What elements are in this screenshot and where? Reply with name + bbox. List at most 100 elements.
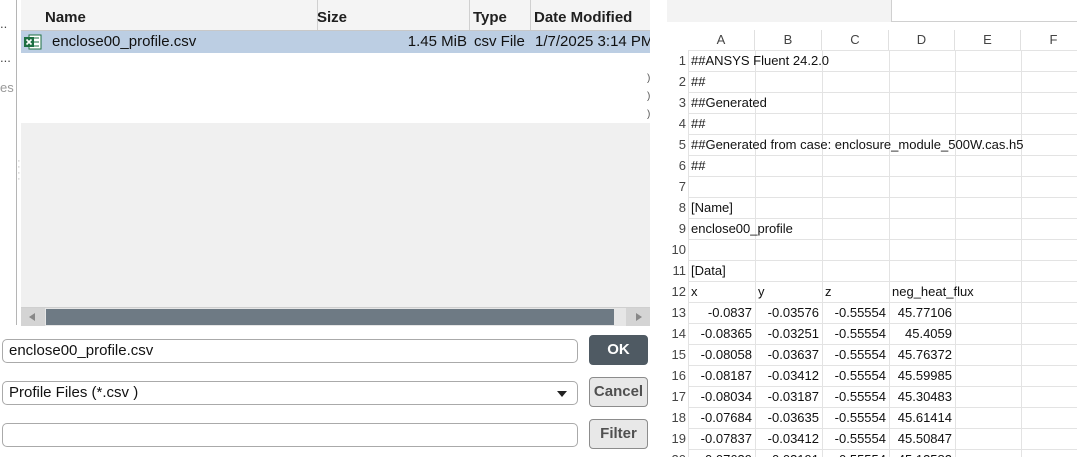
cell-a13[interactable]: -0.0837	[688, 302, 752, 323]
row-header[interactable]: 10	[667, 239, 688, 260]
cell-a8[interactable]: [Name]	[691, 197, 733, 218]
cell-c15[interactable]: -0.55554	[822, 344, 886, 365]
row-header[interactable]: 20	[667, 449, 688, 457]
cell-d12[interactable]: neg_heat_flux	[892, 281, 974, 302]
row-header[interactable]: 6	[667, 155, 688, 176]
column-header-type[interactable]: Type	[469, 0, 531, 30]
cell-c16[interactable]: -0.55554	[822, 365, 886, 386]
cell-a14[interactable]: -0.08365	[688, 323, 752, 344]
cell-b18[interactable]: -0.03635	[755, 407, 819, 428]
gridline	[688, 197, 1077, 198]
cell-a12[interactable]: x	[691, 281, 698, 302]
cell-d13[interactable]: 45.77106	[889, 302, 952, 323]
row-header[interactable]: 12	[667, 281, 688, 302]
column-header-name[interactable]: Name	[41, 0, 318, 30]
row-header[interactable]: 1	[667, 50, 688, 71]
row-header[interactable]: 14	[667, 323, 688, 344]
cell-a6[interactable]: ##	[691, 155, 705, 176]
column-header-a[interactable]: A	[688, 30, 755, 50]
cell-c19[interactable]: -0.55554	[822, 428, 886, 449]
horizontal-scrollbar[interactable]	[21, 307, 650, 326]
column-header-e[interactable]: E	[955, 30, 1021, 50]
column-headers: A B C D E F	[667, 30, 1077, 50]
ok-button[interactable]: OK	[589, 335, 648, 365]
column-header-date[interactable]: Date Modified	[530, 0, 650, 30]
row-header[interactable]: 2	[667, 71, 688, 92]
cell-a2[interactable]: ##	[691, 71, 705, 92]
sidebar-item[interactable]: ...	[0, 50, 11, 65]
row-header[interactable]: 7	[667, 176, 688, 197]
cell-a5[interactable]: ##Generated from case: enclosure_module_…	[691, 134, 1023, 155]
row-header[interactable]: 11	[667, 260, 688, 281]
cell-a15[interactable]: -0.08058	[688, 344, 752, 365]
cell-d19[interactable]: 45.50847	[889, 428, 952, 449]
cell-d20[interactable]: 45.13582	[889, 449, 952, 457]
cell-c14[interactable]: -0.55554	[822, 323, 886, 344]
cell-d15[interactable]: 45.76372	[889, 344, 952, 365]
file-type: csv File	[474, 33, 525, 50]
row-header[interactable]: 18	[667, 407, 688, 428]
cell-a17[interactable]: -0.08034	[688, 386, 752, 407]
cell-b19[interactable]: -0.03412	[755, 428, 819, 449]
arrow-right-icon	[636, 313, 642, 321]
cell-a3[interactable]: ##Generated	[691, 92, 767, 113]
cell-c13[interactable]: -0.55554	[822, 302, 886, 323]
row-header[interactable]: 17	[667, 386, 688, 407]
row-header[interactable]: 13	[667, 302, 688, 323]
scrollbar-thumb[interactable]	[46, 309, 614, 325]
filename-input[interactable]: enclose00_profile.csv	[2, 339, 578, 363]
cell-b13[interactable]: -0.03576	[755, 302, 819, 323]
cell-b20[interactable]: -0.03191	[755, 449, 819, 457]
row-header[interactable]: 5	[667, 134, 688, 155]
cell-a19[interactable]: -0.07837	[688, 428, 752, 449]
column-header-d[interactable]: D	[889, 30, 955, 50]
cell-d17[interactable]: 45.30483	[889, 386, 952, 407]
row-header[interactable]: 8	[667, 197, 688, 218]
row-header[interactable]: 3	[667, 92, 688, 113]
cell-a16[interactable]: -0.08187	[688, 365, 752, 386]
column-header-f[interactable]: F	[1021, 30, 1077, 50]
filetype-select[interactable]: Profile Files (*.csv )	[2, 381, 578, 405]
cell-d14[interactable]: 45.4059	[889, 323, 952, 344]
formula-bar[interactable]	[891, 0, 1077, 22]
column-header-size[interactable]: Size	[313, 0, 470, 30]
cell-b12[interactable]: y	[758, 281, 765, 302]
cell-c17[interactable]: -0.55554	[822, 386, 886, 407]
cell-a11[interactable]: [Data]	[691, 260, 726, 281]
filter-input[interactable]	[2, 423, 578, 447]
row-header[interactable]: 19	[667, 428, 688, 449]
cell-b17[interactable]: -0.03187	[755, 386, 819, 407]
gridline	[955, 50, 956, 457]
row-header[interactable]: 9	[667, 218, 688, 239]
scroll-right-button[interactable]	[626, 308, 650, 326]
cell-c12[interactable]: z	[825, 281, 832, 302]
column-header-c[interactable]: C	[822, 30, 889, 50]
filter-button[interactable]: Filter	[589, 419, 648, 449]
cell-d16[interactable]: 45.59985	[889, 365, 952, 386]
cancel-button[interactable]: Cancel	[589, 377, 648, 407]
row-header[interactable]: 4	[667, 113, 688, 134]
cell-c18[interactable]: -0.55554	[822, 407, 886, 428]
sidebar-item[interactable]: es	[0, 80, 14, 95]
cell-a9[interactable]: enclose00_profile	[691, 218, 793, 239]
row-header[interactable]: 15	[667, 344, 688, 365]
cell-a1[interactable]: ##ANSYS Fluent 24.2.0	[691, 50, 829, 71]
sidebar-item[interactable]: ..	[0, 16, 7, 31]
file-dialog: .. ... es · · · · Name Size Type Date Modif…	[0, 0, 653, 457]
column-header-b[interactable]: B	[755, 30, 822, 50]
file-list[interactable]: Name Size Type Date Modified enclose00_p…	[21, 0, 650, 325]
gridline	[688, 260, 1077, 261]
cell-a20[interactable]: -0.07639	[688, 449, 752, 457]
row-header[interactable]: 16	[667, 365, 688, 386]
ribbon-strip	[667, 0, 1077, 22]
scroll-left-button[interactable]	[21, 308, 45, 326]
cell-b16[interactable]: -0.03412	[755, 365, 819, 386]
file-row-selected[interactable]: enclose00_profile.csv 1.45 MiB csv File …	[21, 31, 650, 53]
cell-a4[interactable]: ##	[691, 113, 705, 134]
cell-b15[interactable]: -0.03637	[755, 344, 819, 365]
cell-d18[interactable]: 45.61414	[889, 407, 952, 428]
cell-b14[interactable]: -0.03251	[755, 323, 819, 344]
cell-a18[interactable]: -0.07684	[688, 407, 752, 428]
cell-c20[interactable]: -0.55554	[822, 449, 886, 457]
excel-file-icon	[24, 34, 42, 50]
